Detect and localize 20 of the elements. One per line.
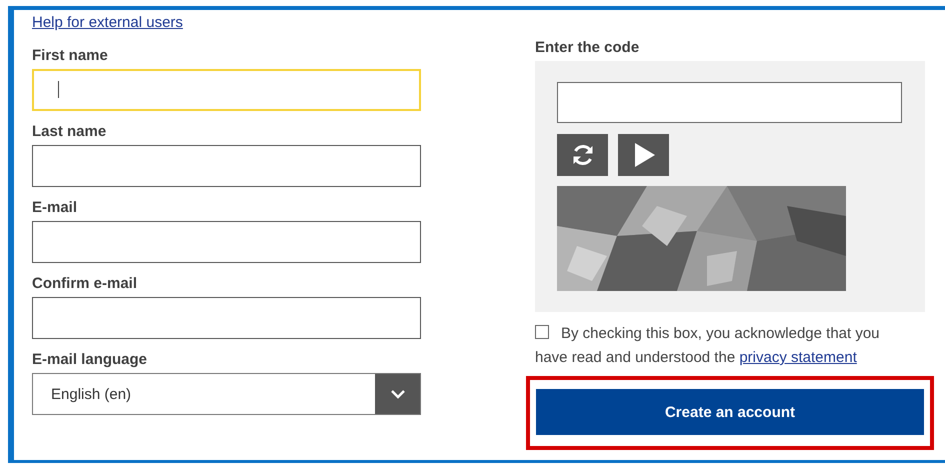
field-label: First name: [32, 47, 108, 65]
create-account-button[interactable]: Create an account: [536, 389, 924, 435]
help-link[interactable]: Help for external users: [32, 14, 183, 32]
field-label: E-mail: [32, 199, 78, 217]
input-field[interactable]: [32, 297, 421, 339]
field-label: Enter the code: [535, 39, 640, 57]
code-input[interactable]: [557, 82, 902, 123]
consent-text: By checking this box, you acknowledge that you have read and understood the privacy statement: [535, 324, 881, 368]
field-label: E-mail language: [32, 351, 148, 369]
refresh-button[interactable]: [557, 134, 608, 176]
checkbox[interactable]: [535, 325, 549, 339]
privacy-link[interactable]: privacy statement: [739, 349, 857, 366]
input-field[interactable]: [32, 145, 421, 187]
text-cursor: [58, 81, 59, 98]
chevron-down-icon: [390, 389, 406, 399]
play-button[interactable]: [618, 134, 669, 176]
field-label: Confirm e-mail: [32, 275, 138, 293]
input-field[interactable]: [32, 221, 421, 263]
field-label: Last name: [32, 123, 106, 141]
language-dropdown[interactable]: English (en): [32, 373, 421, 415]
